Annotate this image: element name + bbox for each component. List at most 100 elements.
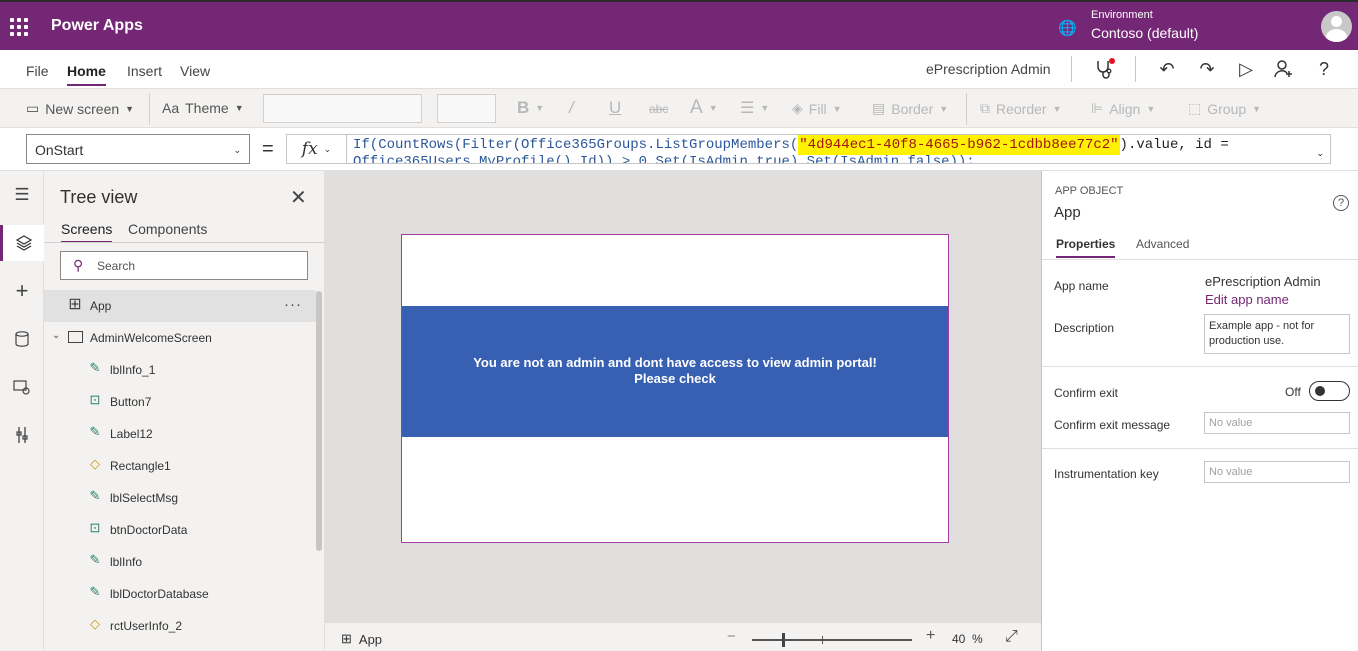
tree-item-label: btnDoctorData xyxy=(110,523,188,537)
tree-item-control[interactable]: ⊡ Button7 xyxy=(44,386,316,418)
confirm-exit-message-field[interactable]: No value xyxy=(1204,412,1350,434)
media-icon[interactable] xyxy=(0,369,44,405)
admin-message-banner[interactable]: You are not an admin and dont have acces… xyxy=(402,306,948,437)
environment-label: Environment xyxy=(1091,9,1153,21)
fill-button[interactable]: ◈ Fill ▼ xyxy=(792,100,842,117)
redo-icon[interactable]: ↷ xyxy=(1196,58,1218,80)
menu-view[interactable]: View xyxy=(180,63,210,79)
object-name: App xyxy=(1054,204,1081,221)
app-launcher-icon[interactable] xyxy=(10,18,28,36)
zoom-slider[interactable] xyxy=(752,633,912,647)
reorder-button[interactable]: ⧉ Reorder ▼ xyxy=(980,100,1062,117)
play-icon[interactable]: ▷ xyxy=(1235,58,1257,80)
menu-file[interactable]: File xyxy=(26,63,49,79)
reorder-icon: ⧉ xyxy=(980,100,990,116)
avatar[interactable] xyxy=(1321,11,1352,42)
tree-item-label: App xyxy=(90,299,112,313)
tree-item-label: lblSelectMsg xyxy=(110,491,179,505)
group-button[interactable]: ⬚ Group ▼ xyxy=(1188,100,1261,117)
app-name-value: ePrescription Admin xyxy=(1205,274,1321,289)
bold-icon[interactable]: B ▼ xyxy=(517,98,544,118)
theme-button[interactable]: Aa Theme ▼ xyxy=(162,100,244,116)
tree-item-control[interactable]: ✎ Label12 xyxy=(44,418,316,450)
function-button[interactable]: fx ⌄ xyxy=(286,134,347,164)
confirm-exit-state: Off xyxy=(1285,385,1301,399)
tree-item-control[interactable]: ✎ lblInfo xyxy=(44,546,316,578)
formula-code: Office365Users.MyProfile().Id)) > 0,Set(… xyxy=(353,154,975,164)
tab-properties[interactable]: Properties xyxy=(1056,237,1116,258)
description-field[interactable]: Example app - not for production use. xyxy=(1204,314,1350,354)
tree-item-control[interactable]: ⊡ btnDoctorData xyxy=(44,514,316,546)
tree-item-control[interactable]: ✎ lblInfo_1 xyxy=(44,354,316,386)
environment-picker[interactable]: Contoso (default) xyxy=(1091,25,1198,41)
tree-item-label: lblInfo xyxy=(110,555,143,569)
data-icon[interactable] xyxy=(0,321,44,357)
fill-label: Fill xyxy=(808,100,827,117)
app-icon: ⊞ xyxy=(341,631,352,646)
undo-icon[interactable]: ↶ xyxy=(1156,58,1178,80)
app-checker-icon[interactable] xyxy=(1093,58,1115,80)
font-size-select[interactable] xyxy=(437,94,496,123)
tree-item-label: Label12 xyxy=(110,427,153,441)
tree-item-app[interactable]: ⊞ App ··· xyxy=(44,290,316,322)
more-options-icon[interactable]: ··· xyxy=(284,296,302,313)
formula-input[interactable]: If(CountRows(Filter(Office365Groups.List… xyxy=(346,134,1331,164)
instrumentation-key-label: Instrumentation key xyxy=(1054,467,1159,481)
align-icon: ⊫ xyxy=(1091,100,1104,116)
expand-formula-icon[interactable]: ⌄ xyxy=(1316,145,1324,162)
theme-icon: Aa xyxy=(162,100,180,116)
advanced-tools-icon[interactable] xyxy=(0,417,44,453)
menu-insert[interactable]: Insert xyxy=(127,63,162,79)
share-icon[interactable] xyxy=(1273,58,1295,80)
search-input[interactable]: ⚲ Search xyxy=(60,251,308,280)
font-color-icon[interactable]: A ▼ xyxy=(690,97,718,119)
fx-icon: fx xyxy=(301,139,318,159)
menu-home[interactable]: Home xyxy=(67,63,106,86)
property-select[interactable]: OnStart ⌄ xyxy=(26,134,250,164)
help-icon[interactable]: ? xyxy=(1313,58,1335,80)
confirm-exit-toggle[interactable] xyxy=(1309,381,1350,401)
edit-app-name-link[interactable]: Edit app name xyxy=(1205,292,1289,307)
new-screen-button[interactable]: ▭ New screen ▼ xyxy=(26,100,134,117)
text-align-icon[interactable]: ☰ ▼ xyxy=(740,98,769,118)
tree-item-control[interactable]: ✎ lblDoctorDatabase xyxy=(44,578,316,610)
border-button[interactable]: ▤ Border ▼ xyxy=(872,100,948,117)
scrollbar[interactable] xyxy=(316,291,322,551)
tree-item-control[interactable]: ◇ Rectangle1 xyxy=(44,450,316,482)
tree-view-icon[interactable] xyxy=(0,225,44,261)
screen-name: App xyxy=(358,631,383,647)
tree-item-control[interactable]: ✎ lblSelectMsg xyxy=(44,482,316,514)
screen-selector[interactable]: ⊞ App xyxy=(341,631,382,647)
align-button[interactable]: ⊫ Align ▼ xyxy=(1091,100,1155,117)
reorder-label: Reorder xyxy=(996,100,1047,117)
zoom-out-icon[interactable]: − xyxy=(727,628,736,645)
tab-screens[interactable]: Screens xyxy=(61,221,113,243)
help-icon[interactable]: ? xyxy=(1333,195,1349,211)
app-screen-preview[interactable]: You are not an admin and dont have acces… xyxy=(401,234,949,543)
fit-to-window-icon[interactable]: ⤢ xyxy=(1005,628,1018,646)
font-family-select[interactable] xyxy=(263,94,422,123)
strikethrough-icon[interactable]: abc xyxy=(649,102,668,116)
underline-icon[interactable]: U xyxy=(609,98,621,118)
tab-components[interactable]: Components xyxy=(128,221,207,237)
tree-item-screen[interactable]: ⌄ AdminWelcomeScreen xyxy=(44,322,316,354)
canvas-area: You are not an admin and dont have acces… xyxy=(325,171,1041,622)
chevron-down-icon[interactable]: ⌄ xyxy=(52,330,60,341)
chevron-down-icon: ▼ xyxy=(234,103,244,113)
group-icon: ⬚ xyxy=(1188,100,1202,116)
panel-title: Tree view xyxy=(60,187,138,207)
tree-item-control[interactable]: ◇ rctUserInfo_2 xyxy=(44,610,316,642)
tree-item-label: lblDoctorDatabase xyxy=(110,587,209,601)
close-icon[interactable]: ✕ xyxy=(290,185,307,210)
tab-advanced[interactable]: Advanced xyxy=(1136,237,1189,251)
instrumentation-key-field[interactable]: No value xyxy=(1204,461,1350,483)
chevron-down-icon: ▼ xyxy=(1052,103,1062,114)
zoom-slider-thumb[interactable] xyxy=(782,633,785,647)
label-icon: ✎ xyxy=(89,552,101,567)
italic-icon[interactable]: / xyxy=(569,98,574,118)
brand-title[interactable]: Power Apps xyxy=(51,17,143,35)
zoom-in-icon[interactable]: + xyxy=(926,627,935,645)
insert-icon[interactable]: + xyxy=(0,273,44,309)
tree-item-label: Button7 xyxy=(110,395,152,409)
hamburger-icon[interactable]: ☰ xyxy=(0,177,44,213)
